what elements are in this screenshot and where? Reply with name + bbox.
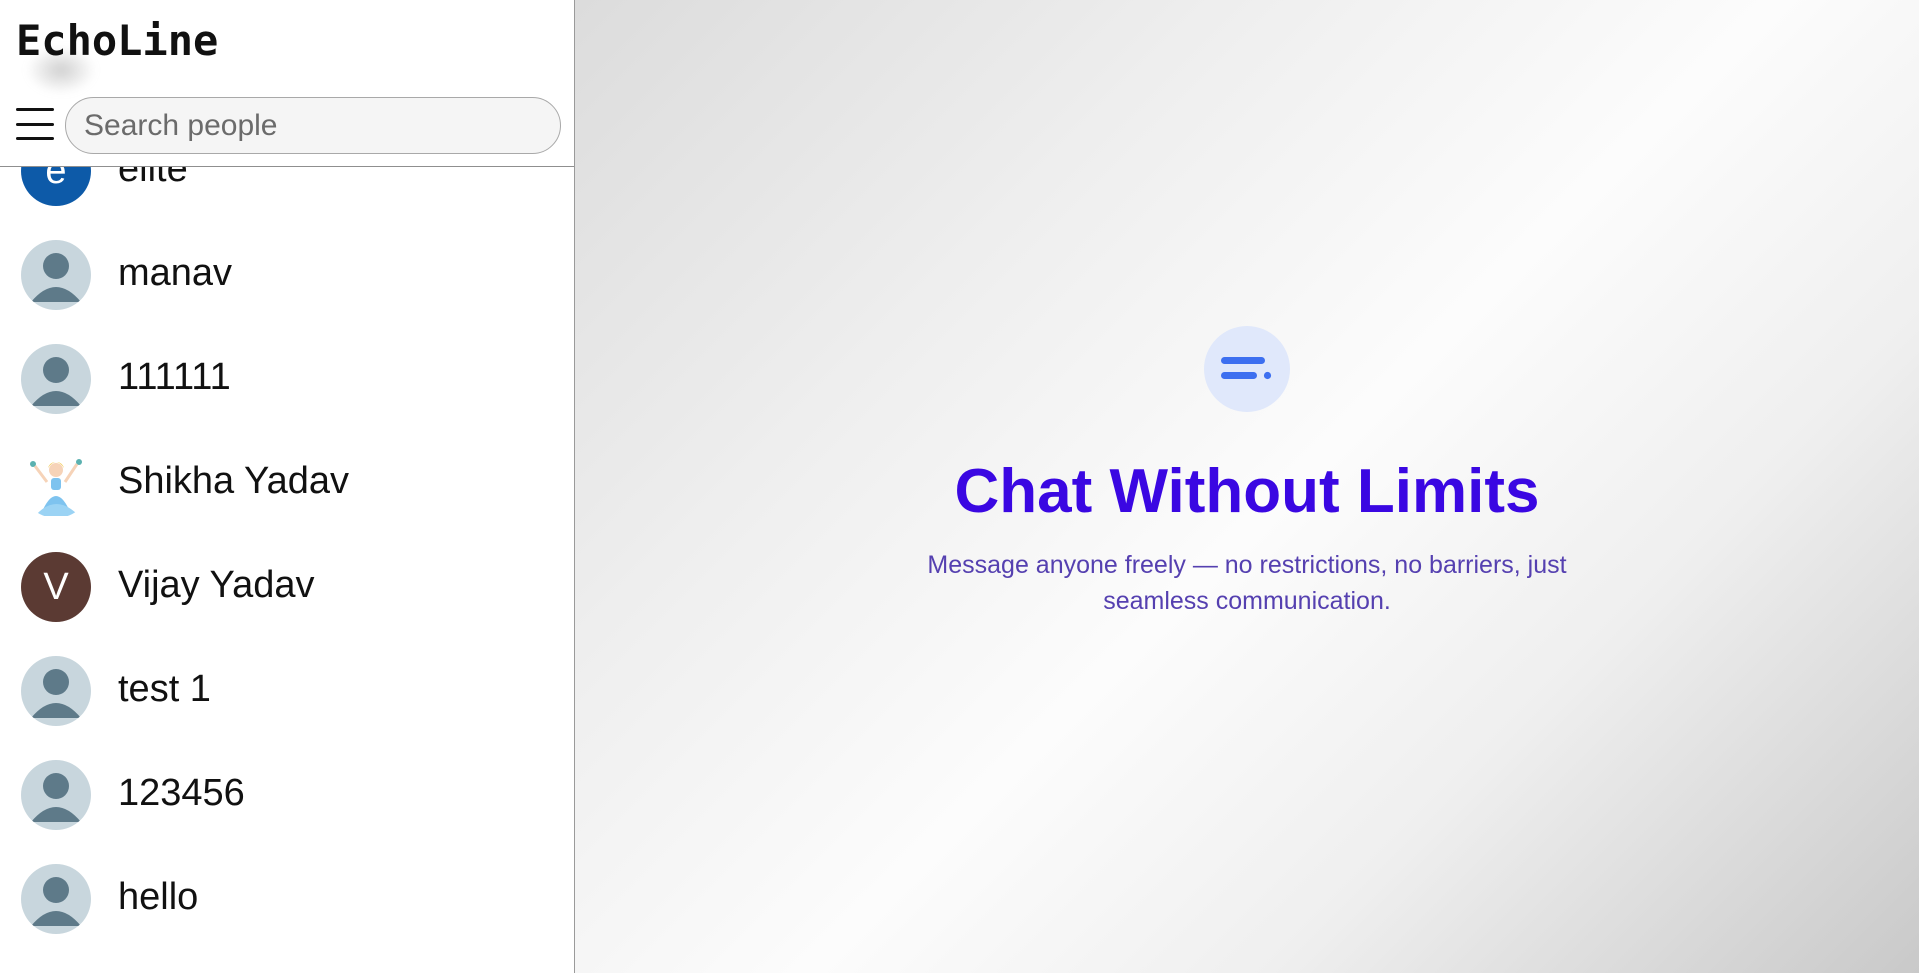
search-input[interactable] bbox=[65, 97, 561, 154]
princess-avatar-icon bbox=[21, 448, 91, 518]
contact-name: Vijay Yadav bbox=[118, 564, 315, 606]
avatar-letter: V bbox=[43, 565, 69, 608]
welcome-subtitle: Message anyone freely — no restrictions,… bbox=[927, 551, 1567, 615]
welcome-hero: Chat Without Limits Message anyone freel… bbox=[575, 326, 1919, 619]
chat-lines-icon bbox=[1204, 326, 1290, 412]
default-avatar-icon bbox=[21, 760, 91, 830]
app-root: e elite manav 111111 Shikha Yadav V Vijay Yada… bbox=[0, 0, 1919, 973]
menu-line bbox=[16, 122, 54, 126]
contact-name: test 1 bbox=[118, 668, 211, 710]
default-avatar-icon bbox=[21, 864, 91, 934]
default-avatar-icon bbox=[21, 240, 91, 310]
welcome-title: Chat Without Limits bbox=[954, 457, 1540, 526]
sidebar-header: EchoLine bbox=[0, 0, 574, 167]
contact-name: 111111 bbox=[118, 356, 231, 398]
menu-line bbox=[16, 108, 54, 111]
menu-line bbox=[16, 137, 54, 140]
contact-item[interactable]: hello bbox=[0, 842, 574, 946]
welcome-panel: Chat Without Limits Message anyone freel… bbox=[575, 0, 1919, 973]
contact-item[interactable]: test 1 bbox=[0, 634, 574, 738]
avatar: V bbox=[21, 552, 91, 622]
menu-icon[interactable] bbox=[16, 108, 54, 140]
contact-item[interactable]: manav bbox=[0, 218, 574, 322]
default-avatar-icon bbox=[21, 344, 91, 414]
sidebar: e elite manav 111111 Shikha Yadav V Vijay Yada… bbox=[0, 0, 575, 973]
contact-item[interactable]: Shikha Yadav bbox=[0, 426, 574, 530]
contact-name: manav bbox=[118, 252, 233, 294]
contact-name: hello bbox=[118, 876, 199, 918]
contact-item[interactable]: 123456 bbox=[0, 738, 574, 842]
contact-name: Shikha Yadav bbox=[118, 460, 349, 502]
contact-name: 123456 bbox=[118, 772, 245, 814]
app-brand: EchoLine bbox=[16, 16, 219, 65]
contact-item[interactable]: V Vijay Yadav bbox=[0, 530, 574, 634]
contact-item[interactable]: 111111 bbox=[0, 322, 574, 426]
default-avatar-icon bbox=[21, 656, 91, 726]
